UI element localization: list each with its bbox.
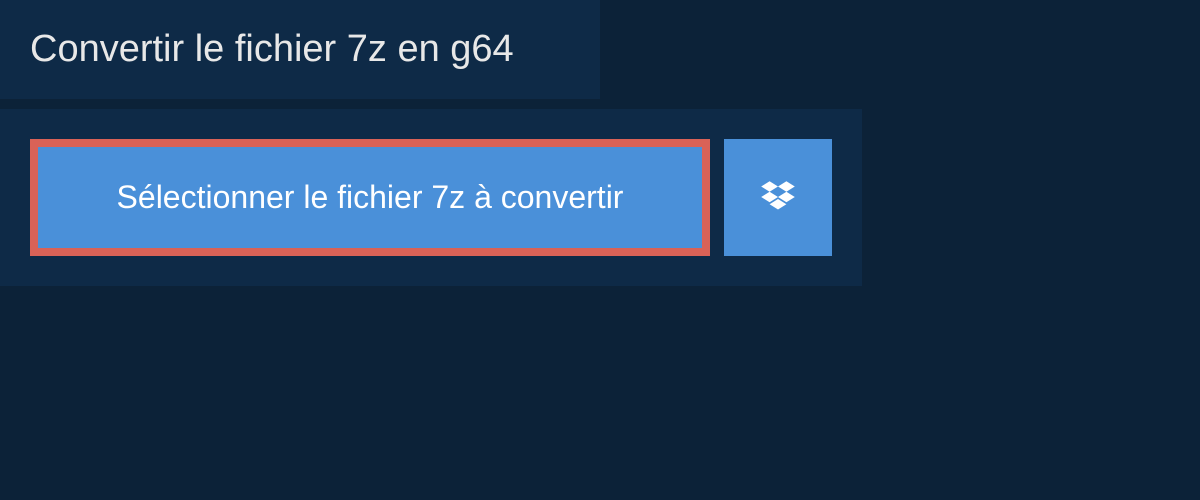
upload-panel: Sélectionner le fichier 7z à convertir [0, 109, 862, 286]
page-title: Convertir le fichier 7z en g64 [0, 0, 600, 99]
select-file-label: Sélectionner le fichier 7z à convertir [117, 179, 624, 216]
page-title-text: Convertir le fichier 7z en g64 [30, 28, 514, 70]
dropbox-button[interactable] [724, 139, 832, 256]
dropbox-icon [757, 177, 799, 219]
select-file-button[interactable]: Sélectionner le fichier 7z à convertir [30, 139, 710, 256]
